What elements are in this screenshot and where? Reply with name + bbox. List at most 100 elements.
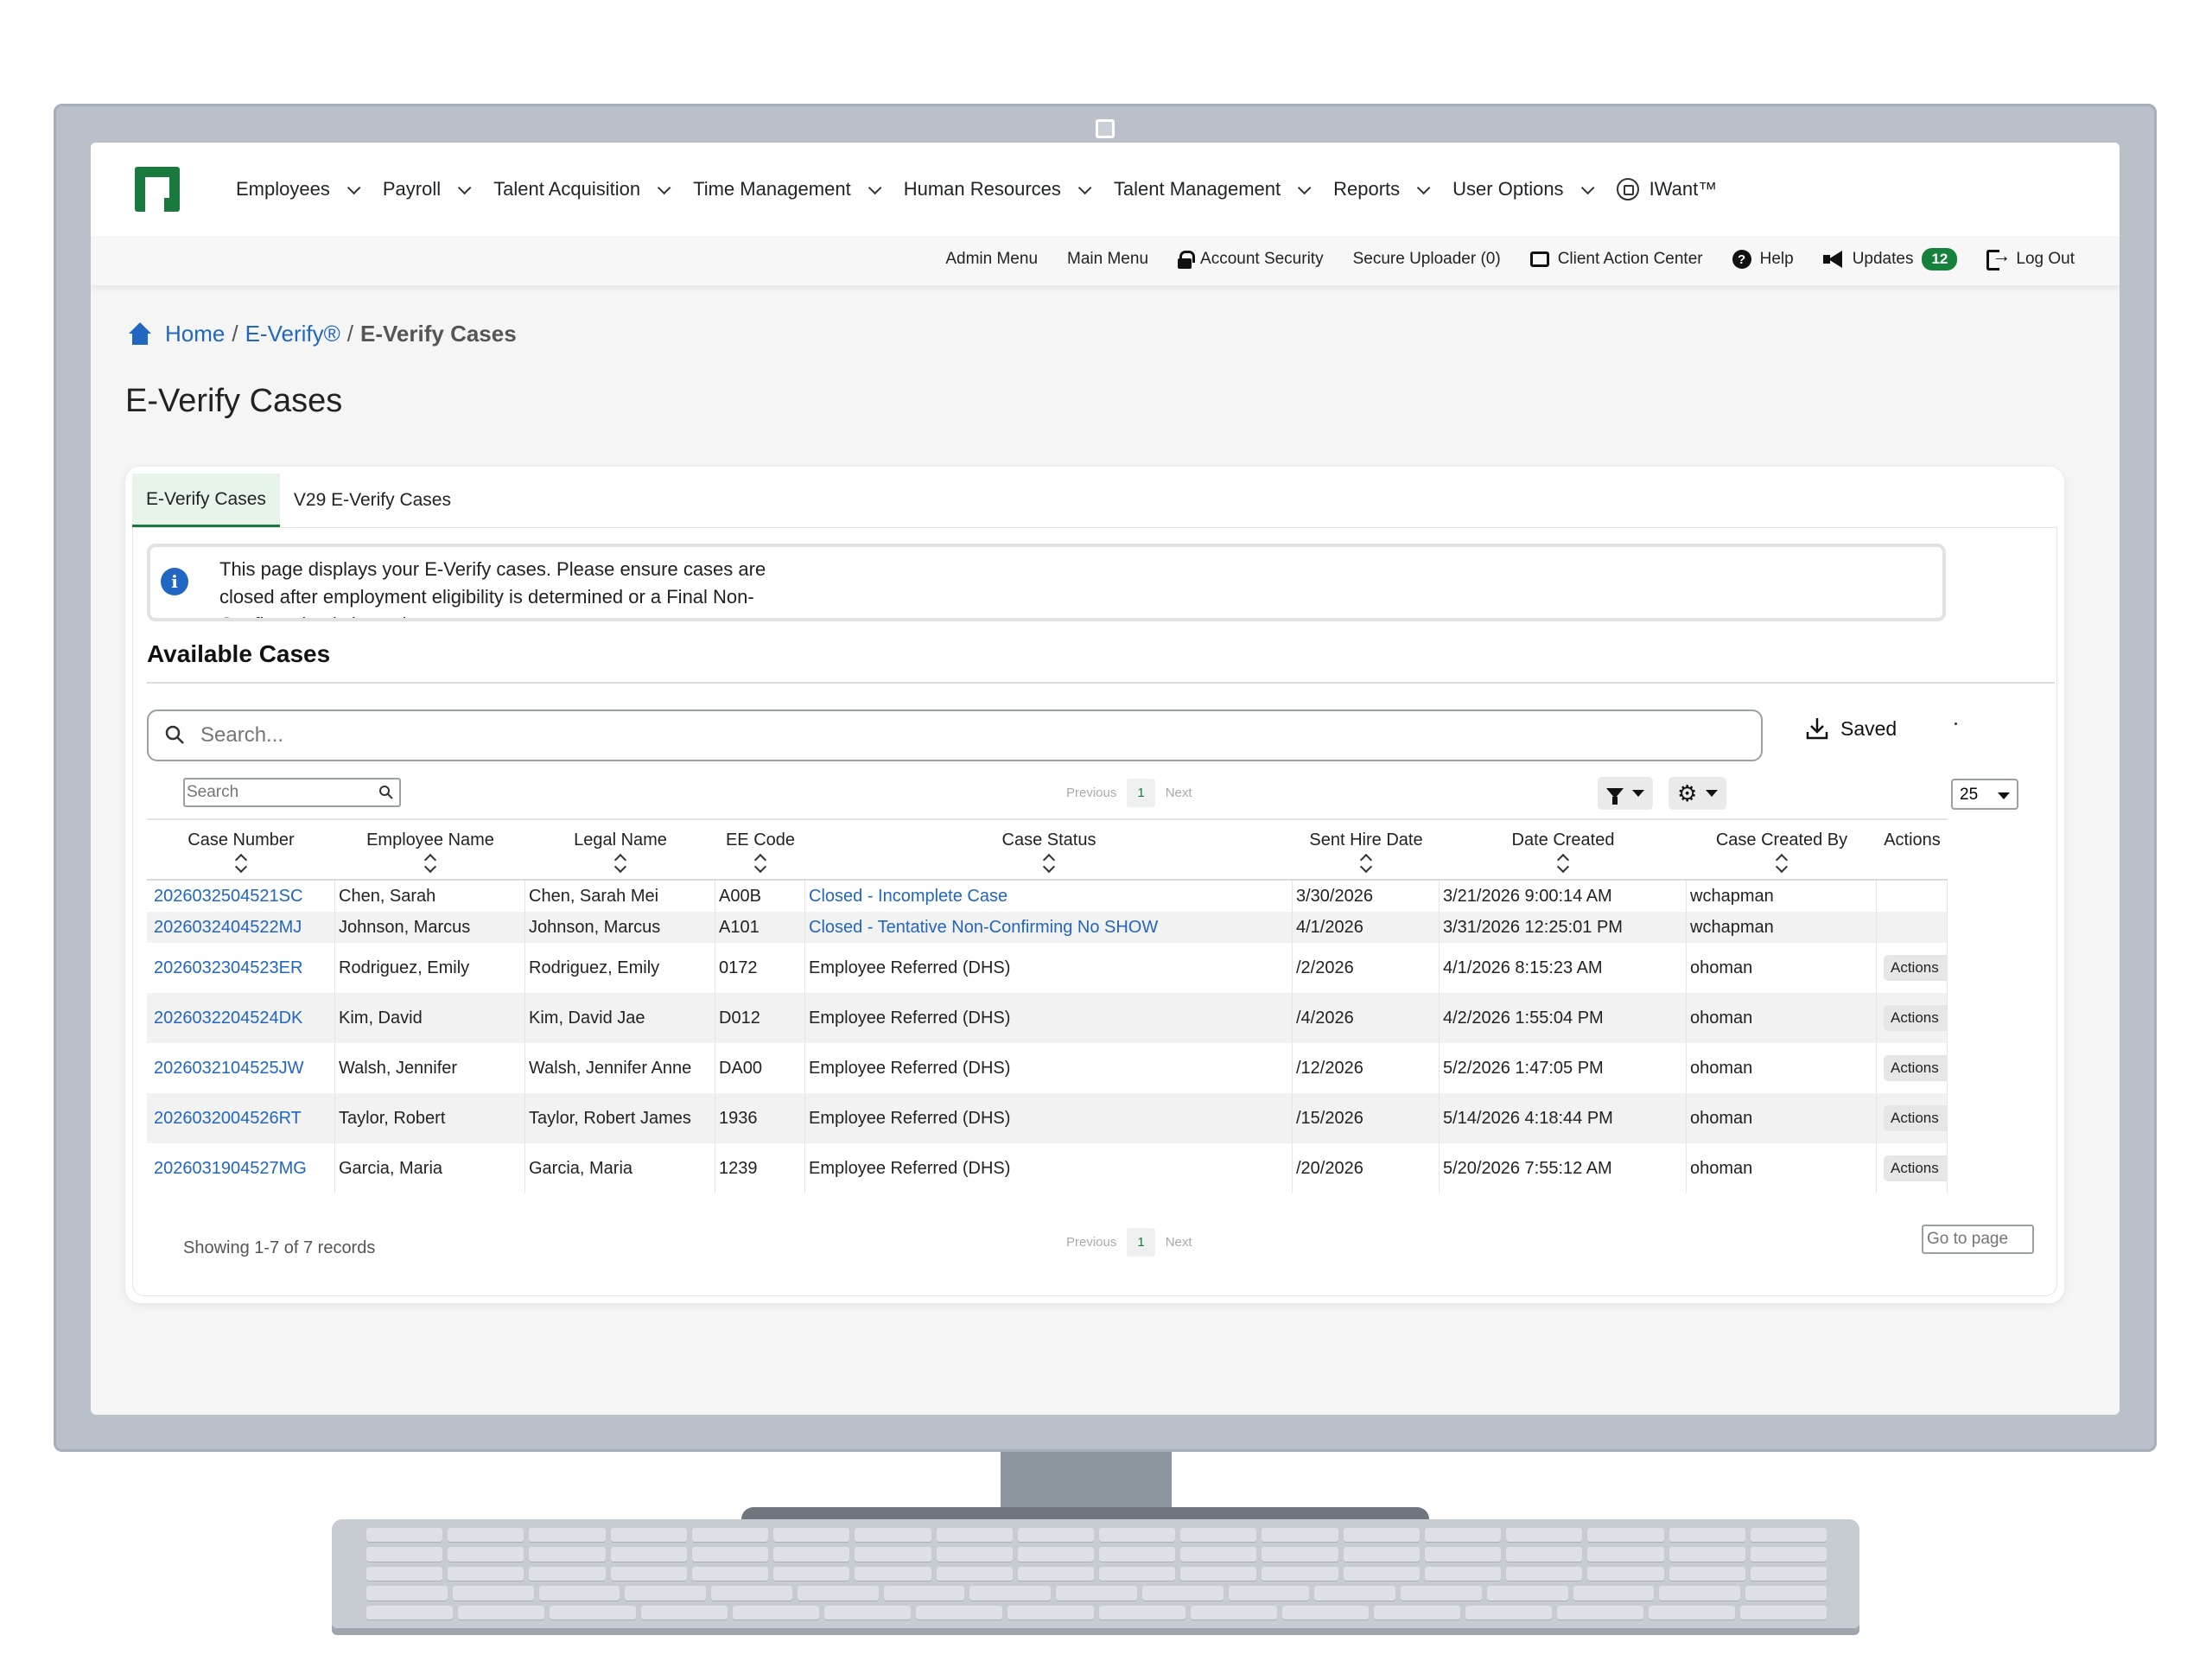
cell-legal: Walsh, Jennifer Anne bbox=[525, 1043, 715, 1093]
go-to-page-box bbox=[1922, 1225, 2034, 1254]
cell-by: ohoman bbox=[1687, 1143, 1877, 1193]
help-link[interactable]: ? Help bbox=[1732, 250, 1794, 269]
page-title: E-Verify Cases bbox=[125, 383, 343, 419]
nav-employees[interactable]: Employees bbox=[236, 170, 361, 208]
cell-created: 4/2/2026 1:55:04 PM bbox=[1440, 993, 1687, 1043]
tab-everify-cases[interactable]: E-Verify Cases bbox=[132, 474, 280, 527]
row-actions-button[interactable]: Actions bbox=[1884, 1155, 1947, 1181]
admin-menu-link[interactable]: Admin Menu bbox=[945, 250, 1038, 269]
cell-emp: Walsh, Jennifer bbox=[335, 1043, 525, 1093]
account-security-link[interactable]: Account Security bbox=[1178, 250, 1324, 269]
cell-legal: Taylor, Robert James bbox=[525, 1093, 715, 1143]
saved-button[interactable]: Saved bbox=[1806, 716, 1897, 741]
secure-uploader-link[interactable]: Secure Uploader (0) bbox=[1353, 250, 1501, 269]
column-header-sent-hire-date[interactable]: Sent Hire Date bbox=[1293, 820, 1440, 879]
nav-user-options[interactable]: User Options bbox=[1452, 170, 1594, 208]
cell-legal: Johnson, Marcus bbox=[525, 912, 715, 943]
case-status-link[interactable]: Closed - Tentative Non-Confirming No SHO… bbox=[809, 918, 1158, 938]
log-out-link[interactable]: Log Out bbox=[1986, 245, 2075, 270]
app-screen: Employees Payroll Talent Acquisition Time M… bbox=[91, 143, 2120, 1415]
page-size-select[interactable]: 25 bbox=[1951, 779, 2018, 810]
cell-hire: /2/2026 bbox=[1293, 943, 1440, 993]
pager-previous[interactable]: Previous bbox=[1066, 1235, 1116, 1250]
client-action-center-link[interactable]: Client Action Center bbox=[1529, 250, 1703, 269]
case-number-link[interactable]: 2026032204524DK bbox=[154, 1009, 302, 1028]
case-number-link[interactable]: 2026031904527MG bbox=[154, 1159, 307, 1179]
monitor-stand bbox=[1001, 1452, 1172, 1516]
sort-icon[interactable] bbox=[614, 852, 626, 873]
tab-v29-everify-cases[interactable]: V29 E-Verify Cases bbox=[280, 474, 465, 527]
keyboard bbox=[332, 1519, 1859, 1628]
case-number-link[interactable]: 2026032504521SC bbox=[154, 887, 302, 907]
column-header-ee-code[interactable]: EE Code bbox=[715, 820, 805, 879]
nav-talent-management[interactable]: Talent Management bbox=[1114, 170, 1312, 208]
pager-next[interactable]: Next bbox=[1166, 786, 1192, 800]
sort-icon[interactable] bbox=[1776, 852, 1788, 873]
pager-page-1[interactable]: 1 bbox=[1127, 779, 1155, 807]
caret-down-icon bbox=[1632, 790, 1644, 797]
main-menu-link[interactable]: Main Menu bbox=[1067, 250, 1148, 269]
case-number-link[interactable]: 2026032404522MJ bbox=[154, 918, 302, 938]
column-header-employee-name[interactable]: Employee Name bbox=[335, 820, 525, 879]
cell-case: 2026032004526RT bbox=[147, 1093, 335, 1143]
nav-talent-acquisition[interactable]: Talent Acquisition bbox=[493, 170, 671, 208]
cell-action: Actions bbox=[1877, 1143, 1948, 1193]
settings-button[interactable]: ⚙ bbox=[1669, 777, 1727, 810]
pager-page-1[interactable]: 1 bbox=[1127, 1228, 1155, 1257]
row-actions-button[interactable]: Actions bbox=[1884, 1105, 1947, 1131]
breadcrumb: Home / E-Verify® / E-Verify Cases bbox=[127, 321, 517, 347]
table-row: 2026032504521SC Chen, Sarah Chen, Sarah Me… bbox=[147, 881, 1948, 912]
updates-link[interactable]: Updates 12 bbox=[1822, 248, 1958, 270]
column-header-case-status[interactable]: Case Status bbox=[805, 820, 1293, 879]
go-to-page-input[interactable] bbox=[1927, 1230, 2029, 1249]
nav-payroll[interactable]: Payroll bbox=[383, 170, 472, 208]
logout-icon bbox=[1986, 245, 2011, 270]
column-header-case-created-by[interactable]: Case Created By bbox=[1687, 820, 1877, 879]
row-actions-button[interactable]: Actions bbox=[1884, 1055, 1947, 1081]
table-search-input[interactable] bbox=[187, 781, 368, 804]
column-header-date-created[interactable]: Date Created bbox=[1440, 820, 1687, 879]
caret-down-icon bbox=[1706, 790, 1719, 797]
table-body: 2026032504521SC Chen, Sarah Chen, Sarah Me… bbox=[147, 881, 1948, 1193]
search-icon[interactable] bbox=[378, 785, 394, 800]
row-actions-button[interactable]: Actions bbox=[1884, 955, 1947, 981]
table-row: 2026032104525JW Walsh, Jennifer Walsh, Jen… bbox=[147, 1043, 1948, 1093]
sort-icon[interactable] bbox=[424, 852, 436, 873]
breadcrumb-home[interactable]: Home bbox=[165, 321, 225, 347]
nav-iwant[interactable]: IWant™ bbox=[1616, 170, 1717, 208]
cell-hire: /12/2026 bbox=[1293, 1043, 1440, 1093]
cell-by: ohoman bbox=[1687, 943, 1877, 993]
sort-icon[interactable] bbox=[1360, 852, 1372, 873]
nav-human-resources[interactable]: Human Resources bbox=[904, 170, 1092, 208]
cell-status: Employee Referred (DHS) bbox=[805, 943, 1293, 993]
search-input[interactable] bbox=[200, 718, 1738, 753]
brand-logo[interactable] bbox=[135, 167, 180, 212]
column-header-case-number[interactable]: Case Number bbox=[147, 820, 335, 879]
sort-icon[interactable] bbox=[1557, 852, 1569, 873]
info-banner-text: This page displays your E-Verify cases. … bbox=[219, 558, 766, 618]
column-header-legal-name[interactable]: Legal Name bbox=[525, 820, 715, 879]
sort-icon[interactable] bbox=[1043, 852, 1055, 873]
home-icon[interactable] bbox=[127, 321, 153, 347]
filter-button[interactable] bbox=[1598, 777, 1653, 810]
cell-action bbox=[1877, 881, 1948, 912]
pager-next[interactable]: Next bbox=[1166, 1235, 1192, 1250]
pager-previous[interactable]: Previous bbox=[1066, 786, 1116, 800]
case-status-link[interactable]: Closed - Incomplete Case bbox=[809, 887, 1007, 907]
cell-status: Closed - Incomplete Case bbox=[805, 881, 1293, 912]
row-actions-button[interactable]: Actions bbox=[1884, 1005, 1947, 1031]
sort-icon[interactable] bbox=[754, 852, 766, 873]
cell-legal: Garcia, Maria bbox=[525, 1143, 715, 1193]
cell-hire: 4/1/2026 bbox=[1293, 912, 1440, 943]
sort-icon[interactable] bbox=[235, 852, 247, 873]
case-number-link[interactable]: 2026032304523ER bbox=[154, 958, 302, 978]
case-number-link[interactable]: 2026032104525JW bbox=[154, 1059, 303, 1079]
case-number-link[interactable]: 2026032004526RT bbox=[154, 1109, 302, 1129]
nav-reports[interactable]: Reports bbox=[1333, 170, 1431, 208]
cell-by: wchapman bbox=[1687, 881, 1877, 912]
breadcrumb-everify[interactable]: E-Verify® bbox=[245, 321, 340, 347]
top-pager: Previous 1 Next bbox=[1066, 779, 1192, 807]
cell-legal: Kim, David Jae bbox=[525, 993, 715, 1043]
nav-time-management[interactable]: Time Management bbox=[693, 170, 882, 208]
table-row: 2026032204524DK Kim, David Kim, David Jae D… bbox=[147, 993, 1948, 1043]
